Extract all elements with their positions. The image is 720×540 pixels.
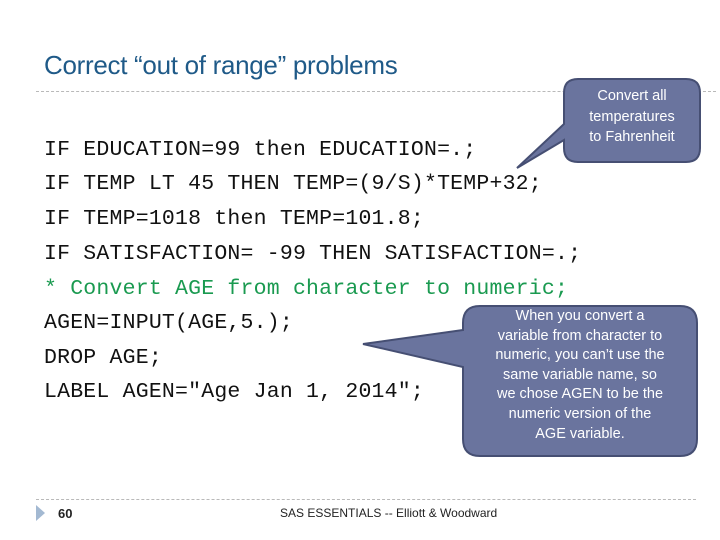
page-number: 60 (58, 506, 73, 521)
footer-text: SAS ESSENTIALS -- Elliott & Woodward (280, 506, 498, 520)
code-line: AGEN=INPUT(AGE,5.); (44, 311, 293, 335)
slide-title: Correct “out of range” problems (44, 50, 398, 80)
footer-arrow-icon (36, 505, 45, 521)
code-line: IF SATISFACTION= -99 THEN SATISFACTION=.… (44, 242, 582, 266)
code-line: IF TEMP=1018 then TEMP=101.8; (44, 207, 424, 231)
footer-divider (36, 499, 696, 500)
code-line: DROP AGE; (44, 346, 162, 370)
agen-callout-text: When you convert a variable from charact… (495, 308, 665, 442)
callout-shapes (362, 78, 701, 457)
code-line: IF TEMP LT 45 THEN TEMP=(9/S)*TEMP+32; (44, 172, 542, 196)
temperature-callout-text: Convert all temperatures to Fahrenheit (589, 88, 675, 145)
code-line: IF EDUCATION=99 then EDUCATION=.; (44, 138, 477, 162)
code-comment: * Convert AGE from character to numeric; (44, 277, 569, 301)
code-line: LABEL AGEN="Age Jan 1, 2014"; (44, 380, 424, 404)
